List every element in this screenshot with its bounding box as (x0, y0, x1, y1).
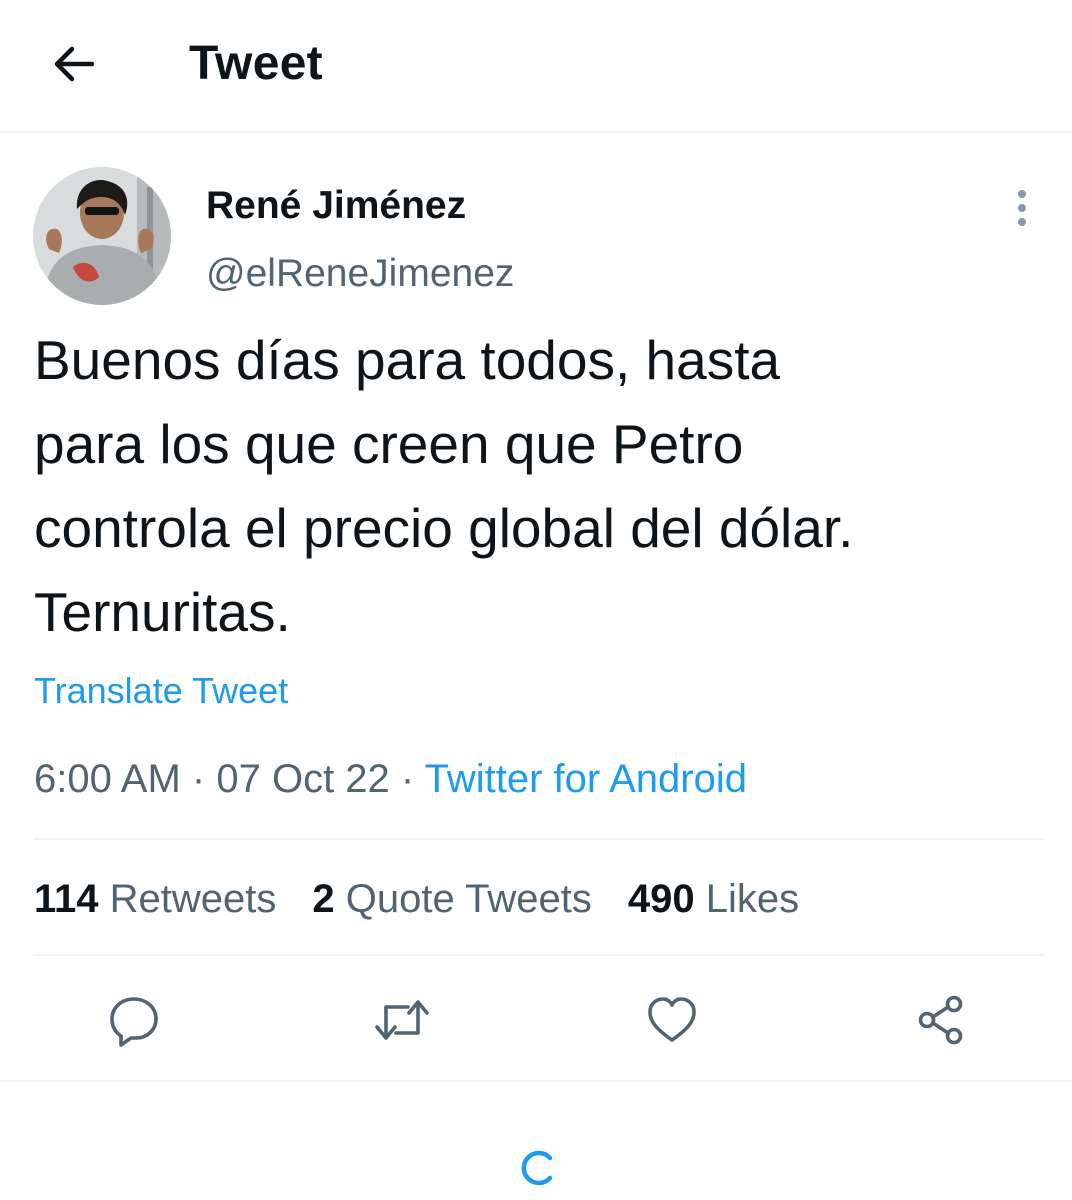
meta-separator: · (191, 757, 206, 801)
quote-tweets-label: Quote Tweets (345, 877, 592, 921)
likes-label: Likes (705, 877, 800, 921)
page-title: Tweet (189, 37, 323, 90)
vertical-ellipsis-icon (1018, 190, 1026, 226)
retweets-count: 114 (34, 877, 99, 921)
top-bar: Tweet (0, 0, 1072, 133)
quote-tweets-stat[interactable]: 2 Quote Tweets (312, 872, 591, 926)
tweet-text: Buenos días para todos, hasta para los q… (34, 329, 854, 643)
arrow-left-icon (54, 46, 95, 82)
loading-spinner-icon (521, 1150, 553, 1186)
tweet-time[interactable]: 6:00 AM (34, 757, 181, 801)
share-icon (918, 995, 963, 1045)
translate-tweet-link[interactable]: Translate Tweet (34, 667, 288, 715)
divider (33, 954, 1044, 956)
quote-tweets-count: 2 (312, 877, 335, 921)
author-handle[interactable]: @elReneJimenez (206, 250, 514, 298)
tweet-metadata: 6:00 AM · 07 Oct 22 · Twitter for Androi… (34, 752, 747, 806)
tweet-source-link[interactable]: Twitter for Android (425, 757, 747, 801)
share-button[interactable] (901, 980, 981, 1060)
reply-icon (110, 997, 158, 1047)
engagement-stats: 114 Retweets 2 Quote Tweets 490 Likes (34, 872, 799, 926)
retweets-stat[interactable]: 114 Retweets (34, 872, 276, 926)
likes-stat[interactable]: 490 Likes (628, 872, 799, 926)
like-button[interactable] (632, 980, 712, 1060)
meta-separator: · (400, 757, 415, 801)
avatar[interactable] (33, 167, 171, 305)
retweet-icon (375, 1000, 429, 1040)
avatar-photo (33, 167, 171, 305)
like-icon (648, 997, 696, 1042)
divider (0, 1080, 1072, 1082)
retweets-label: Retweets (109, 877, 277, 921)
tweet-date[interactable]: 07 Oct 22 (216, 757, 389, 801)
likes-count: 490 (627, 877, 695, 921)
tweet-action-bar (0, 980, 1072, 1060)
divider (33, 838, 1044, 840)
author-display-name[interactable]: René Jiménez (206, 182, 466, 230)
retweet-button[interactable] (362, 980, 442, 1060)
more-options-button[interactable] (998, 184, 1046, 232)
back-button[interactable] (36, 26, 112, 102)
reply-button[interactable] (94, 980, 174, 1060)
